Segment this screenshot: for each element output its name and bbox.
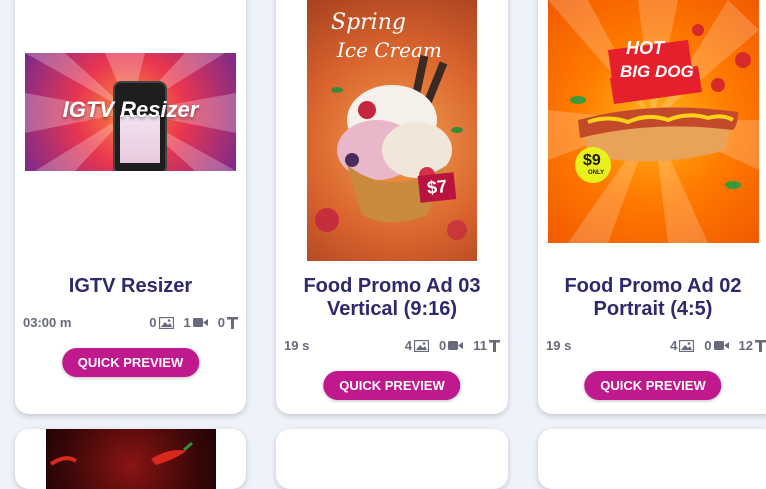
image-count-value: 4: [670, 338, 678, 353]
duration-label: 19 s: [546, 338, 572, 353]
image-count: 4: [404, 338, 430, 353]
image-count-value: 4: [404, 338, 413, 353]
template-card-food-promo-03[interactable]: Spring Ice Cream $7 Food Promo Ad 03 Ver…: [276, 0, 508, 414]
video-count-value: 0: [704, 338, 712, 353]
duration-label: 03:00 m: [23, 315, 72, 330]
text-count-value: 0: [217, 315, 225, 330]
template-card-partial-3[interactable]: [538, 429, 766, 489]
card-title: Food Promo Ad 03 Vertical (9:16): [276, 275, 508, 321]
card-title: IGTV Resizer: [15, 275, 246, 298]
asset-stats: 0 1 0: [143, 315, 238, 330]
image-count: 0: [149, 315, 174, 330]
thumbnail-image[interactable]: [46, 429, 216, 489]
hot-dog-illustration: [548, 0, 759, 243]
card-title: Food Promo Ad 02 Portrait (4:5): [538, 275, 766, 321]
text-count-value: 12: [738, 338, 753, 353]
thumbnail-caption: IGTV Resizer: [62, 97, 199, 122]
card-meta: 19 s 4 0 12: [546, 338, 766, 353]
price-badge: $9: [583, 152, 601, 169]
text-count: 0: [218, 315, 238, 330]
price-tag: $7: [417, 172, 457, 203]
video-count: 0: [704, 338, 729, 353]
chili-pepper-illustration: [49, 441, 193, 466]
video-count: 0: [439, 338, 464, 353]
thumbnail-image[interactable]: HOT BIG DOG $9 ONLY: [548, 0, 759, 243]
video-count-value: 0: [439, 338, 447, 353]
image-count: 4: [670, 338, 695, 353]
video-camera-icon: [713, 341, 729, 350]
quick-preview-button[interactable]: QUICK PREVIEW: [584, 371, 722, 400]
card-meta: 03:00 m 0 1 0: [23, 315, 238, 330]
card-title-line2: Portrait (4:5): [593, 298, 713, 320]
template-card-partial-1[interactable]: [15, 429, 246, 489]
image-count-value: 0: [149, 315, 157, 330]
text-icon: [489, 339, 500, 352]
text-count-value: 11: [473, 338, 487, 353]
text-count: 11: [473, 338, 500, 353]
template-card-food-promo-02[interactable]: HOT BIG DOG $9 ONLY Food Promo Ad 02 Por…: [538, 0, 766, 414]
thumbnail-image[interactable]: IGTV Resizer: [25, 53, 236, 171]
video-count-value: 1: [183, 315, 191, 330]
text-icon: [227, 316, 238, 329]
thumbnail-caption-line2: BIG DOG: [620, 62, 694, 81]
quick-preview-button[interactable]: QUICK PREVIEW: [323, 371, 461, 400]
quick-preview-button[interactable]: QUICK PREVIEW: [61, 348, 200, 377]
card-title-line2: Vertical (9:16): [326, 298, 458, 320]
image-icon: [679, 339, 695, 352]
image-icon: [414, 339, 430, 352]
ice-cream-illustration: [315, 55, 467, 240]
text-count: 12: [739, 338, 766, 353]
duration-label: 19 s: [284, 338, 310, 353]
price-badge-sub: ONLY: [588, 170, 605, 176]
asset-stats: 4 0 12: [664, 338, 766, 353]
phone-illustration: [113, 81, 167, 171]
video-camera-icon: [448, 341, 464, 350]
thumbnail-caption-line1: HOT: [626, 38, 664, 58]
video-camera-icon: [192, 318, 208, 327]
template-card-partial-2[interactable]: [276, 429, 508, 489]
card-title-line1: IGTV Resizer: [68, 275, 193, 297]
card-meta: 19 s 4 0 11: [284, 338, 500, 353]
template-card-igtv-resizer[interactable]: IGTV Resizer IGTV Resizer 03:00 m 0 1 0 …: [15, 0, 246, 414]
card-title-line1: Food Promo Ad 03: [303, 275, 481, 297]
card-title-line1: Food Promo Ad 02: [564, 275, 742, 297]
image-icon: [158, 316, 174, 329]
video-count: 1: [184, 315, 208, 330]
asset-stats: 4 0 11: [399, 338, 500, 353]
text-icon: [755, 339, 766, 352]
thumbnail-image[interactable]: Spring Ice Cream $7: [307, 0, 477, 261]
